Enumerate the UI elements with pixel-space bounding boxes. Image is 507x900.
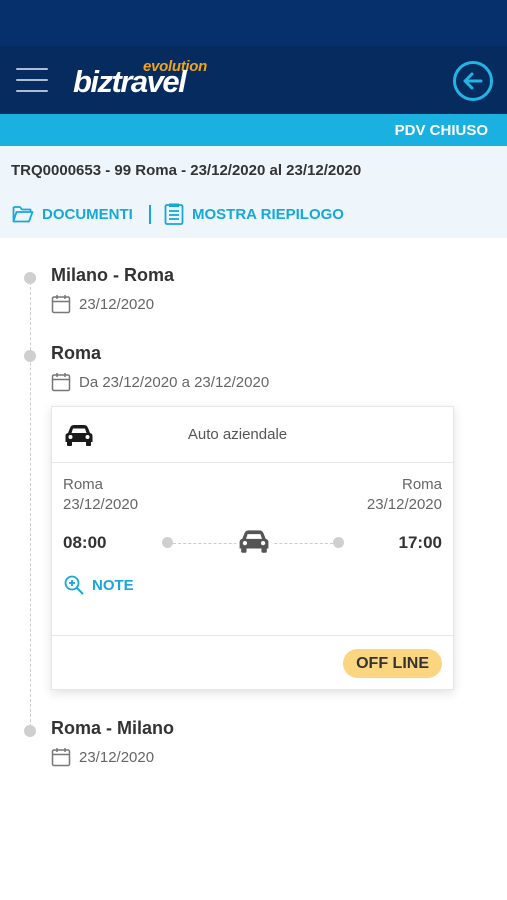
route-car-icon xyxy=(236,528,272,559)
arrow-left-circle-icon xyxy=(463,72,483,90)
departure-time: 08:00 xyxy=(63,533,107,552)
transport-card[interactable]: Auto aziendale Roma 23/12/2020 Roma 23/1… xyxy=(51,406,454,690)
pdv-status-bar: PDV CHIUSO xyxy=(0,114,507,146)
arrival-city: Roma xyxy=(401,476,442,493)
timeline-dot xyxy=(24,725,36,737)
logo-title: biztravel xyxy=(73,64,187,99)
documents-label: DOCUMENTI xyxy=(42,205,133,223)
pdv-status-label: PDV CHIUSO xyxy=(394,122,488,139)
departure-date: 23/12/2020 xyxy=(63,496,139,513)
card-footer: OFF LINE xyxy=(52,635,453,689)
route-start-dot xyxy=(162,537,173,548)
app-header: evolution biztravel xyxy=(0,46,507,114)
hamburger-menu-icon[interactable] xyxy=(16,68,48,94)
stop-date-text: 23/12/2020 xyxy=(79,748,155,766)
note-label: NOTE xyxy=(92,576,134,594)
back-button[interactable] xyxy=(453,61,493,101)
stop-date: 23/12/2020 xyxy=(51,747,154,767)
route-end-dot xyxy=(333,537,344,548)
folder-icon xyxy=(12,206,34,223)
stop-title: Roma xyxy=(51,343,102,363)
timeline-dot xyxy=(24,272,36,284)
show-summary-link[interactable]: MOSTRA RIEPILOGO xyxy=(164,203,344,225)
departure-city: Roma xyxy=(63,476,104,493)
zoom-in-icon xyxy=(64,575,84,595)
arrival-date: 23/12/2020 xyxy=(366,496,442,513)
stop-title: Milano - Roma xyxy=(51,265,175,285)
note-link[interactable]: NOTE xyxy=(64,574,134,596)
timeline-dot xyxy=(24,350,36,362)
transport-type: Auto aziendale xyxy=(187,426,288,443)
trip-info-panel: TRQ0000653 - 99 Roma - 23/12/2020 al 23/… xyxy=(0,146,507,238)
calendar-icon xyxy=(51,373,71,392)
documents-link[interactable]: DOCUMENTI xyxy=(12,203,133,225)
calendar-icon xyxy=(51,748,71,767)
stop-date-text: 23/12/2020 xyxy=(79,295,155,313)
summary-document-icon xyxy=(164,203,184,225)
system-status-bar xyxy=(0,0,507,46)
show-summary-label: MOSTRA RIEPILOGO xyxy=(192,205,344,223)
biztravel-logo: evolution biztravel xyxy=(73,58,213,102)
status-badge: OFF LINE xyxy=(343,649,442,678)
stop-date-text: Da 23/12/2020 a 23/12/2020 xyxy=(79,373,270,391)
arrival-time: 17:00 xyxy=(398,533,442,552)
calendar-icon xyxy=(51,295,71,314)
stop-title: Roma - Milano xyxy=(51,718,175,738)
trip-code: TRQ0000653 - 99 Roma - 23/12/2020 al 23/… xyxy=(11,162,362,179)
link-separator xyxy=(149,205,151,224)
card-header: Auto aziendale xyxy=(52,407,453,463)
stop-date: Da 23/12/2020 a 23/12/2020 xyxy=(51,372,269,392)
stop-date: 23/12/2020 xyxy=(51,294,154,314)
